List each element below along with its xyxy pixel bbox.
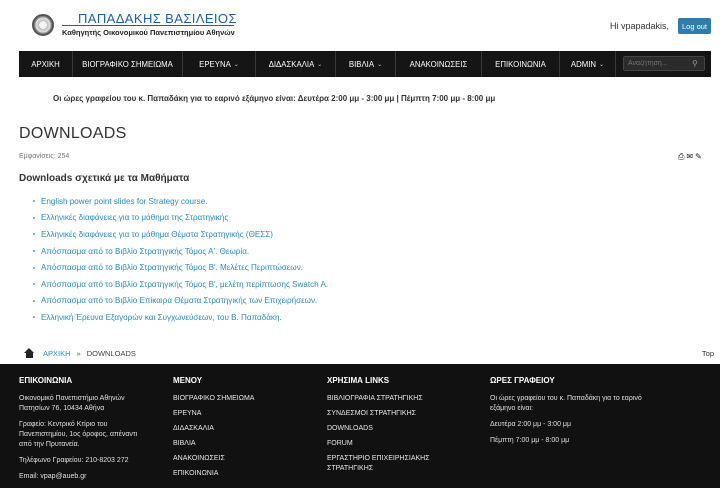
search-box: ⚲ <box>623 56 705 71</box>
footer-hours-monday: Δευτέρα 2:00 μμ - 3:00 μμ <box>490 421 571 428</box>
footer-office: Γραφείο: Κεντρικό Κτίριο του Πανεπιστημί… <box>19 421 138 448</box>
breadcrumb-home-link[interactable]: ΑΡΧΙΚΗ <box>43 349 71 358</box>
logout-button[interactable]: Log out <box>678 18 711 34</box>
footer-links: ΧΡΗΣΙΜΑ LINKS ΒΙΒΛΙΟΓΡΑΦΙΑ ΣΤΡΑΤΗΓΙΚΗΣ Σ… <box>327 376 455 479</box>
breadcrumb-separator: » <box>76 348 81 358</box>
site-subtitle: Καθηγητής Οικονομικού Πανεπιστημίου Αθην… <box>62 28 235 37</box>
footer-heading: ΩΡΕΣ ΓΡΑΦΕΙΟΥ <box>490 376 555 385</box>
footer-menu-link[interactable]: ΒΙΒΛΙΑ <box>173 439 303 449</box>
footer-useful-link[interactable]: ΒΙΒΛΙΟΓΡΑΦΙΑ ΣΤΡΑΤΗΓΙΚΗΣ <box>327 394 455 404</box>
nav-item-announcements[interactable]: ΑΝΑΚΟΙΝΩΣΕΙΣ <box>396 51 482 77</box>
download-link[interactable]: English power point slides for Strategy … <box>33 193 328 210</box>
nav-item-label: ΑΡΧΙΚΗ <box>31 59 60 69</box>
footer-menu-link[interactable]: ΒΙΟΓΡΑΦΙΚΟ ΣΗΜΕΙΩΜΑ <box>173 394 303 404</box>
footer-menu-link[interactable]: ΑΝΑΚΟΙΝΩΣΕΙΣ <box>173 454 303 464</box>
site-footer: ΕΠΙΚΟΙΝΩΝΙΑ Οικονομικό Πανεπιστήμιο Αθην… <box>0 364 720 488</box>
nav-item-label: ΔΙΔΑΣΚΑΛΙΑ <box>268 59 315 69</box>
footer-address: Οικονομικό Πανεπιστήμιο Αθηνών Πατησίων … <box>19 395 125 412</box>
chevron-down-icon: ⌄ <box>377 61 383 68</box>
section-heading: Downloads σχετικά με τα Μαθήματα <box>19 173 190 184</box>
footer-menu: ΜΕΝΟΥ ΒΙΟΓΡΑΦΙΚΟ ΣΗΜΕΙΩΜΑ ΕΡΕΥΝΑ ΔΙΔΑΣΚΑ… <box>173 376 303 484</box>
footer-useful-link[interactable]: FORUM <box>327 439 455 449</box>
nav-item-admin[interactable]: ADMIN ⌄ <box>560 51 616 77</box>
nav-item-label: ΕΡΕΥΝΑ <box>199 59 231 69</box>
footer-menu-link[interactable]: ΔΙΔΑΣΚΑΛΙΑ <box>173 424 303 434</box>
email-icon[interactable]: ✉ <box>686 152 693 162</box>
nav-item-label: ADMIN <box>570 59 597 69</box>
nav-item-label: ΑΝΑΚΟΙΝΩΣΕΙΣ <box>409 59 468 69</box>
page-title: DOWNLOADS <box>19 125 127 142</box>
nav-item-cv[interactable]: ΒΙΟΓΡΑΦΙΚΟ ΣΗΜΕΙΩΜΑ <box>73 51 183 77</box>
downloads-list: English power point slides for Strategy … <box>33 193 328 326</box>
footer-menu-link[interactable]: ΕΠΙΚΟΙΝΩΝΙΑ <box>173 469 303 479</box>
office-hours-notice: Οι ώρες γραφείου του κ. Παπαδάκη για το … <box>53 94 496 103</box>
breadcrumb: ΑΡΧΙΚΗ » DOWNLOADS Top <box>24 346 714 360</box>
footer-menu-link[interactable]: ΕΡΕΥΝΑ <box>173 409 303 419</box>
download-link[interactable]: Απόσπασμα από το Βιβλίο Στρατηγικής Τόμο… <box>33 243 328 260</box>
search-icon[interactable]: ⚲ <box>692 59 698 68</box>
footer-hours: ΩΡΕΣ ΓΡΑΦΕΙΟΥ Οι ώρες γραφείου του κ. Πα… <box>490 376 650 446</box>
edit-icon[interactable]: ✎ <box>695 152 702 162</box>
chevron-down-icon: ⌄ <box>233 61 239 68</box>
nav-item-label: ΒΙΒΛΙΑ <box>348 59 375 69</box>
print-icon[interactable]: ⎙ <box>678 152 684 162</box>
nav-item-teaching[interactable]: ΔΙΔΑΣΚΑΛΙΑ ⌄ <box>256 51 336 77</box>
download-link[interactable]: Ελληνικές διαφάνειες για το μάθημα Θέματ… <box>33 226 328 243</box>
hits-counter: Εμφανίσεις: 254 <box>19 153 70 160</box>
download-link[interactable]: Ελληνική Έρευνα Εξαγορών και Συγχωνεύσεω… <box>33 309 328 326</box>
nav-item-contact[interactable]: ΕΠΙΚΟΙΝΩΝΙΑ <box>482 51 560 77</box>
chevron-down-icon: ⌄ <box>317 61 323 68</box>
site-title[interactable]: ΠΑΠΑΔΑΚΗΣ ΒΑΣΙΛΕΙΟΣ <box>78 11 237 26</box>
download-link[interactable]: Απόσπασμα από το Βιβλίο Στρατηγικής Τόμο… <box>33 276 328 293</box>
user-greeting: Hi vpapadakis, <box>610 21 670 31</box>
nav-item-label: ΕΠΙΚΟΙΝΩΝΙΑ <box>495 59 546 69</box>
footer-useful-link[interactable]: ΣΥΝΔΕΣΜΟΙ ΣΤΡΑΤΗΓΙΚΗΣ <box>327 409 455 419</box>
home-icon-body <box>26 353 33 358</box>
chevron-down-icon: ⌄ <box>599 61 605 68</box>
footer-heading: ΕΠΙΚΟΙΝΩΝΙΑ <box>19 376 73 385</box>
footer-hours-thursday: Πέμπτη 7:00 μμ - 8:00 μμ <box>490 437 570 444</box>
footer-useful-link[interactable]: DOWNLOADS <box>327 424 455 434</box>
main-nav: ΑΡΧΙΚΗ ΒΙΟΓΡΑΦΙΚΟ ΣΗΜΕΙΩΜΑ ΕΡΕΥΝΑ ⌄ ΔΙΔΑ… <box>19 51 711 77</box>
nav-item-home[interactable]: ΑΡΧΙΚΗ <box>19 51 73 77</box>
article-tools: ⎙ ✉ ✎ <box>678 152 702 162</box>
back-to-top-link[interactable]: Top <box>702 349 714 358</box>
breadcrumb-current: DOWNLOADS <box>86 348 136 358</box>
footer-heading: ΜΕΝΟΥ <box>173 376 203 385</box>
footer-heading: ΧΡΗΣΙΜΑ LINKS <box>327 376 390 385</box>
title-divider <box>62 25 234 26</box>
nav-item-books[interactable]: ΒΙΒΛΙΑ ⌄ <box>336 51 396 77</box>
university-seal-icon[interactable] <box>32 14 54 36</box>
footer-contact: ΕΠΙΚΟΙΝΩΝΙΑ Οικονομικό Πανεπιστήμιο Αθην… <box>19 376 147 482</box>
nav-item-research[interactable]: ΕΡΕΥΝΑ ⌄ <box>183 51 256 77</box>
download-link[interactable]: Ελληνικές διαφάνειες για το μάθημα της Σ… <box>33 210 328 227</box>
footer-phone: Τηλέφωνο Γραφείου: 210-8203 272 <box>19 457 129 464</box>
footer-email[interactable]: Email: vpap@aueb.gr <box>19 472 147 482</box>
site-header: ΠΑΠΑΔΑΚΗΣ ΒΑΣΙΛΕΙΟΣ Καθηγητής Οικονομικο… <box>0 0 720 50</box>
nav-item-label: ΒΙΟΓΡΑΦΙΚΟ ΣΗΜΕΙΩΜΑ <box>82 59 173 69</box>
download-link[interactable]: Απόσπασμα από το Βιβλίο Επίκαιρα Θέματα … <box>33 293 328 310</box>
footer-useful-link[interactable]: ΕΡΓΑΣΤΗΡΙΟ ΕΠΙΧΕΙΡΗΣΙΑΚΗΣ ΣΤΡΑΤΗΓΙΚΗΣ <box>327 454 455 474</box>
home-icon[interactable] <box>24 348 35 358</box>
download-link[interactable]: Απόσπασμα από το Βιβλίο Στρατηγικής Τόμο… <box>33 259 328 276</box>
search-input[interactable] <box>628 60 692 67</box>
footer-hours-intro: Οι ώρες γραφείου του κ. Παπαδάκη για το … <box>490 395 642 412</box>
